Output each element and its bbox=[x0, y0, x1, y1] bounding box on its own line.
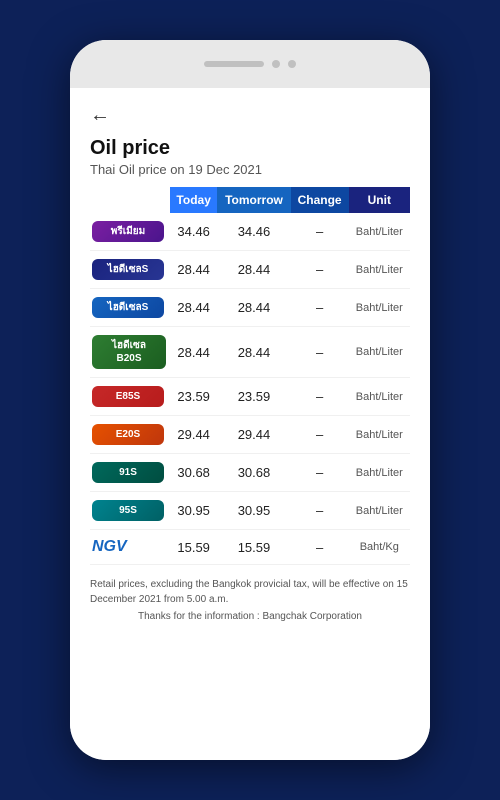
price-change: – bbox=[291, 454, 349, 492]
price-unit: Baht/Liter bbox=[349, 416, 410, 454]
phone-top-bar bbox=[70, 40, 430, 88]
logo-cell: E20S bbox=[90, 416, 170, 454]
col-unit: Unit bbox=[349, 187, 410, 213]
price-change: – bbox=[291, 251, 349, 289]
price-change: – bbox=[291, 378, 349, 416]
today-price: 30.68 bbox=[170, 454, 217, 492]
phone-frame: ← Oil price Thai Oil price on 19 Dec 202… bbox=[70, 40, 430, 760]
fuel-badge: ไฮดีเซล B20S bbox=[92, 335, 166, 369]
table-body: พรีเมียม34.4634.46–Baht/LiterไฮดีเซลS28.… bbox=[90, 213, 410, 565]
table-row: พรีเมียม34.4634.46–Baht/Liter bbox=[90, 213, 410, 251]
table-row: ไฮดีเซลS28.4428.44–Baht/Liter bbox=[90, 289, 410, 327]
price-unit: Baht/Liter bbox=[349, 289, 410, 327]
today-price: 29.44 bbox=[170, 416, 217, 454]
tomorrow-price: 28.44 bbox=[217, 327, 290, 378]
tomorrow-price: 28.44 bbox=[217, 251, 290, 289]
today-price: 23.59 bbox=[170, 378, 217, 416]
oil-price-table: Today Tomorrow Change Unit พรีเมียม 34.46… bbox=[90, 187, 410, 565]
today-price: 28.44 bbox=[170, 289, 217, 327]
table-row: ไฮดีเซลS28.4428.44–Baht/Liter bbox=[90, 251, 410, 289]
logo-cell: 91S bbox=[90, 454, 170, 492]
page-title: Oil price bbox=[90, 137, 410, 160]
col-today: Today bbox=[170, 187, 217, 213]
logo-cell: NGV bbox=[90, 530, 170, 565]
tomorrow-price: 29.44 bbox=[217, 416, 290, 454]
tomorrow-price: 30.68 bbox=[217, 454, 290, 492]
col-tomorrow: Tomorrow bbox=[217, 187, 290, 213]
logo-cell: ไฮดีเซลS bbox=[90, 251, 170, 289]
today-price: 15.59 bbox=[170, 530, 217, 565]
fuel-badge: E85S bbox=[92, 386, 164, 407]
logo-cell: 95S bbox=[90, 492, 170, 530]
table-header: Today Tomorrow Change Unit bbox=[90, 187, 410, 213]
tomorrow-price: 34.46 bbox=[217, 213, 290, 251]
ngv-logo: NGV bbox=[92, 538, 127, 555]
table-row: 91S30.6830.68–Baht/Liter bbox=[90, 454, 410, 492]
table-row: ไฮดีเซล B20S28.4428.44–Baht/Liter bbox=[90, 327, 410, 378]
sensor-dot bbox=[288, 60, 296, 68]
page-content: ← Oil price Thai Oil price on 19 Dec 202… bbox=[70, 88, 430, 760]
price-change: – bbox=[291, 492, 349, 530]
tomorrow-price: 30.95 bbox=[217, 492, 290, 530]
fuel-badge: 91S bbox=[92, 462, 164, 483]
today-price: 28.44 bbox=[170, 327, 217, 378]
price-change: – bbox=[291, 530, 349, 565]
price-unit: Baht/Liter bbox=[349, 492, 410, 530]
logo-cell: E85S bbox=[90, 378, 170, 416]
fuel-badge: E20S bbox=[92, 424, 164, 445]
price-unit: Baht/Liter bbox=[349, 213, 410, 251]
fuel-badge: 95S bbox=[92, 500, 164, 521]
price-change: – bbox=[291, 289, 349, 327]
logo-cell: ไฮดีเซล B20S bbox=[90, 327, 170, 378]
fuel-badge: ไฮดีเซลS bbox=[92, 297, 164, 318]
tomorrow-price: 23.59 bbox=[217, 378, 290, 416]
page-subtitle: Thai Oil price on 19 Dec 2021 bbox=[90, 162, 410, 177]
fuel-badge: พรีเมียม bbox=[92, 221, 164, 242]
today-price: 28.44 bbox=[170, 251, 217, 289]
today-price: 30.95 bbox=[170, 492, 217, 530]
camera-dot bbox=[272, 60, 280, 68]
table-row: NGV15.5915.59–Baht/Kg bbox=[90, 530, 410, 565]
price-unit: Baht/Liter bbox=[349, 327, 410, 378]
price-unit: Baht/Liter bbox=[349, 454, 410, 492]
table-row: 95S30.9530.95–Baht/Liter bbox=[90, 492, 410, 530]
fuel-badge: ไฮดีเซลS bbox=[92, 259, 164, 280]
price-change: – bbox=[291, 327, 349, 378]
price-change: – bbox=[291, 416, 349, 454]
footer-thanks: Thanks for the information : Bangchak Co… bbox=[90, 611, 410, 622]
logo-cell: ไฮดีเซลS bbox=[90, 289, 170, 327]
table-row: E85S23.5923.59–Baht/Liter bbox=[90, 378, 410, 416]
logo-cell: พรีเมียม bbox=[90, 213, 170, 251]
tomorrow-price: 28.44 bbox=[217, 289, 290, 327]
price-change: – bbox=[291, 213, 349, 251]
back-button[interactable]: ← bbox=[90, 104, 110, 127]
price-unit: Baht/Liter bbox=[349, 378, 410, 416]
today-price: 34.46 bbox=[170, 213, 217, 251]
col-change: Change bbox=[291, 187, 349, 213]
footer-note: Retail prices, excluding the Bangkok pro… bbox=[90, 577, 410, 607]
price-unit: Baht/Kg bbox=[349, 530, 410, 565]
speaker-grille bbox=[204, 61, 264, 67]
price-unit: Baht/Liter bbox=[349, 251, 410, 289]
tomorrow-price: 15.59 bbox=[217, 530, 290, 565]
table-row: E20S29.4429.44–Baht/Liter bbox=[90, 416, 410, 454]
